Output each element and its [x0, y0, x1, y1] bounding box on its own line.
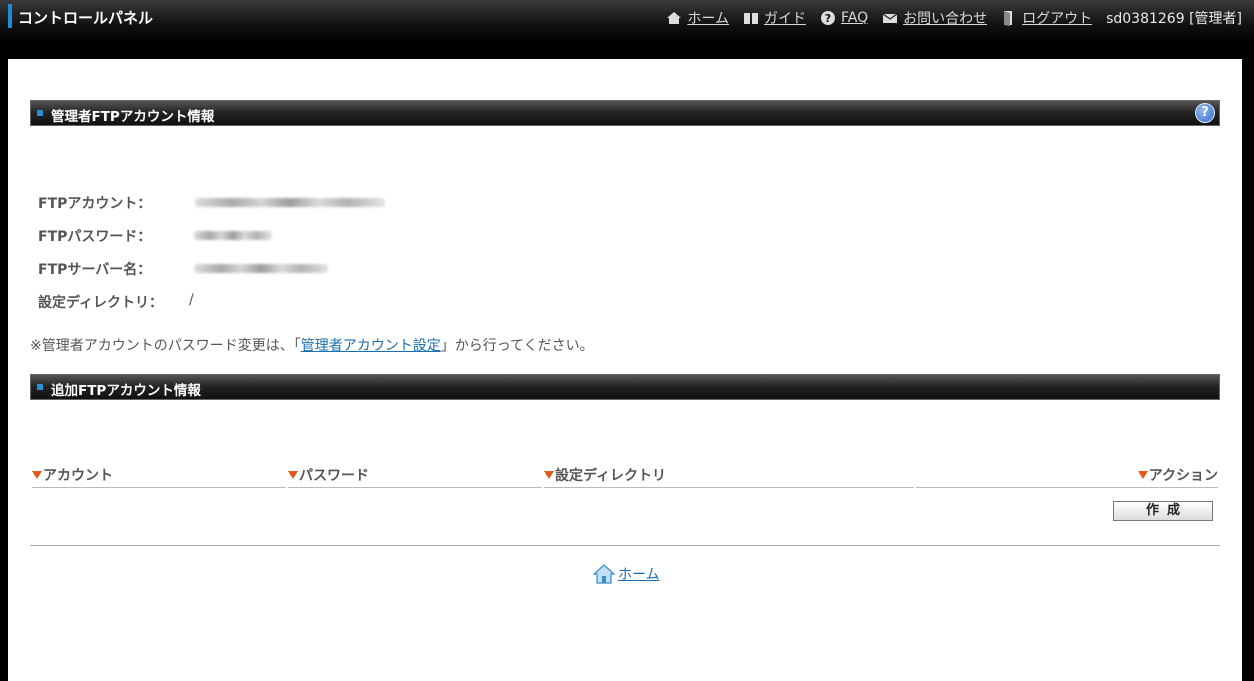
note-suffix: 」から行ってください。	[440, 338, 594, 354]
ftp-account-value-redacted	[195, 198, 385, 207]
divider	[30, 545, 1220, 546]
column-header-password-label: パスワード	[299, 468, 369, 484]
column-header-action[interactable]: アクション	[916, 465, 1218, 488]
ftp-password-value-redacted	[194, 231, 272, 240]
app-title: コントロールパネル	[18, 9, 154, 27]
admin-ftp-section-title: 管理者FTPアカウント情報	[51, 109, 215, 125]
additional-ftp-section-title: 追加FTPアカウント情報	[51, 383, 201, 399]
nav-home[interactable]: ホーム	[666, 8, 729, 28]
footer-home-link[interactable]: ホーム	[593, 564, 660, 584]
nav-contact-label: お問い合わせ	[903, 11, 988, 27]
sort-arrow-icon	[1137, 471, 1148, 479]
column-header-action-label: アクション	[1148, 468, 1218, 484]
column-header-account[interactable]: アカウント	[32, 465, 286, 488]
nav-faq[interactable]: ? FAQ	[820, 10, 868, 26]
admin-ftp-section-header: 管理者FTPアカウント情報 ?	[30, 100, 1220, 126]
nav-faq-label: FAQ	[840, 10, 869, 26]
section-marker-icon	[37, 384, 43, 390]
ftp-server-value-redacted	[194, 264, 328, 273]
top-bar: コントロールパネル ホーム ガイド ? FAQ お問い合わせ ログアウト sd0…	[0, 0, 1254, 44]
home-icon	[593, 564, 615, 584]
top-nav: ホーム ガイド ? FAQ お問い合わせ ログアウト sd0381269 [管理…	[666, 8, 1242, 28]
admin-account-settings-link[interactable]: 管理者アカウント設定	[301, 338, 441, 354]
ftp-directory-value: /	[189, 292, 194, 308]
book-icon	[743, 13, 758, 24]
sort-arrow-icon	[32, 471, 42, 479]
nav-home-label: ホーム	[687, 11, 729, 27]
column-header-directory-label: 設定ディレクトリ	[555, 468, 667, 484]
section-marker-icon	[37, 110, 43, 116]
mail-icon	[882, 13, 898, 23]
door-icon	[1004, 11, 1013, 26]
svg-text:?: ?	[825, 12, 831, 25]
column-header-password[interactable]: パスワード	[288, 465, 542, 488]
ftp-server-label: FTPサーバー名：	[38, 262, 152, 278]
nav-guide-label: ガイド	[763, 11, 806, 27]
nav-contact[interactable]: お問い合わせ	[882, 8, 987, 28]
ftp-password-label: FTPパスワード：	[38, 229, 152, 245]
sort-arrow-icon	[544, 471, 554, 479]
user-info: sd0381269 [管理者]	[1106, 11, 1242, 27]
ftp-directory-label: 設定ディレクトリ：	[38, 295, 164, 311]
nav-logout[interactable]: ログアウト	[1001, 8, 1092, 28]
question-icon: ?	[820, 11, 835, 25]
main-panel: 管理者FTPアカウント情報 ? FTPアカウント： FTPパスワード： FTPサ…	[8, 59, 1242, 681]
additional-ftp-section-header: 追加FTPアカウント情報	[30, 374, 1220, 400]
ftp-account-label: FTPアカウント：	[38, 196, 152, 212]
column-header-directory[interactable]: 設定ディレクトリ	[544, 465, 914, 488]
password-change-note: ※管理者アカウントのパスワード変更は、「管理者アカウント設定」から行ってください…	[30, 335, 594, 355]
nav-guide[interactable]: ガイド	[743, 8, 806, 28]
help-icon[interactable]: ?	[1195, 103, 1215, 123]
nav-logout-label: ログアウト	[1022, 11, 1093, 27]
sort-arrow-icon	[288, 471, 298, 479]
home-icon	[667, 12, 682, 24]
title-accent-bar	[8, 4, 12, 28]
column-header-account-label: アカウント	[43, 468, 113, 484]
note-prefix: ※管理者アカウントのパスワード変更は、「	[30, 338, 301, 354]
footer-home-label: ホーム	[618, 567, 660, 583]
create-button[interactable]: 作成	[1113, 501, 1213, 521]
